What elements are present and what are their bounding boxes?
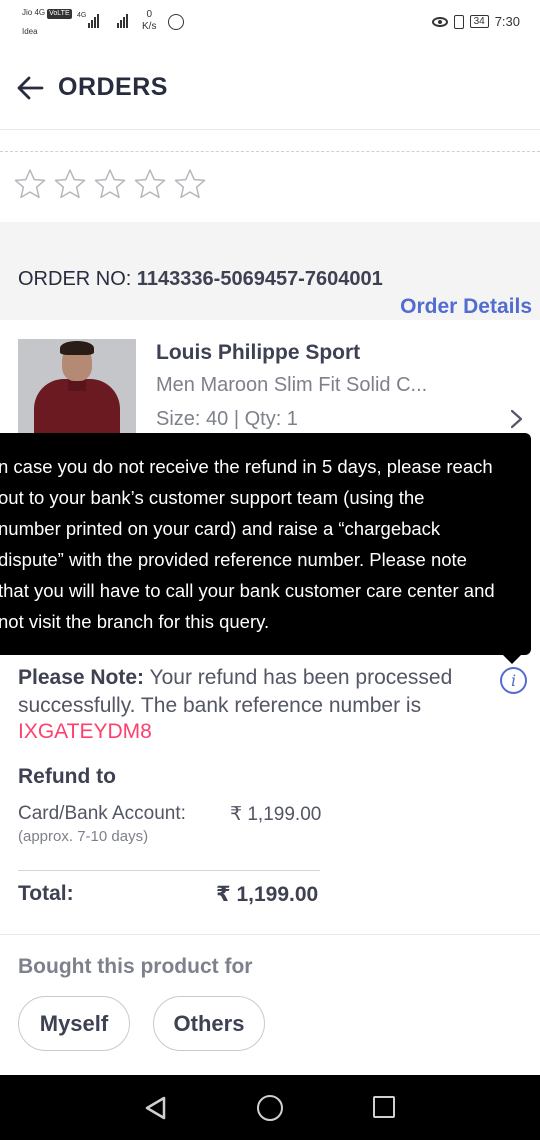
clock: 7:30: [494, 14, 520, 29]
star-icon[interactable]: [54, 168, 86, 200]
others-chip[interactable]: Others: [153, 996, 265, 1051]
system-nav-bar: [0, 1075, 540, 1140]
order-details-link[interactable]: Order Details: [400, 295, 532, 319]
refund-note: Please Note: Your refund has been proces…: [18, 664, 488, 720]
speed-unit: K/s: [142, 21, 157, 32]
nav-home-icon[interactable]: [257, 1095, 283, 1121]
chevron-right-icon[interactable]: [508, 408, 526, 430]
tooltip-text: n case you do not receive the refund in …: [0, 456, 495, 632]
total-label: Total:: [18, 882, 74, 905]
signal-icon: [88, 12, 99, 28]
order-number: ORDER NO: 1143336-5069457-7604001: [18, 268, 383, 291]
signal-icon-2: [117, 12, 128, 28]
product-brand: Louis Philippe Sport: [156, 341, 361, 364]
battery-icon: 34: [469, 15, 489, 28]
bought-for-title: Bought this product for: [18, 955, 253, 978]
vibrate-icon: [453, 14, 464, 29]
total-amount: ₹ 1,199.00: [216, 883, 319, 906]
note-label: Please Note:: [18, 666, 145, 689]
status-bar: Jio 4G VoLTE Idea 4G 0 K/s 34 7:30: [0, 0, 540, 44]
carrier-1: Jio 4G: [22, 8, 46, 17]
page-title: ORDERS: [58, 73, 168, 101]
divider: [18, 870, 320, 871]
star-icon[interactable]: [94, 168, 126, 200]
refund-info-tooltip: n case you do not receive the refund in …: [0, 433, 531, 655]
carrier-info: Jio 4G VoLTE Idea: [22, 8, 72, 37]
divider: [0, 934, 540, 935]
myself-chip[interactable]: Myself: [18, 996, 130, 1051]
status-right: 34 7:30: [431, 14, 520, 29]
bank-reference-number: IXGATEYDM8: [18, 720, 152, 743]
product-name: Men Maroon Slim Fit Solid C...: [156, 374, 428, 396]
eye-icon: [431, 16, 448, 27]
card-bank-amount: ₹ 1,199.00: [230, 804, 322, 825]
product-size-qty: Size: 40 | Qty: 1: [156, 408, 298, 430]
network-speed: 0 K/s: [142, 9, 156, 33]
card-bank-eta: (approx. 7-10 days): [18, 828, 149, 845]
info-icon[interactable]: i: [500, 667, 527, 694]
app-header: ORDERS: [0, 44, 540, 130]
nav-back-icon[interactable]: [143, 1095, 167, 1121]
order-number-label: ORDER NO:: [18, 268, 137, 290]
back-arrow-icon[interactable]: [16, 74, 44, 102]
star-icon[interactable]: [134, 168, 166, 200]
product-card[interactable]: Louis Philippe Sport Men Maroon Slim Fit…: [0, 320, 540, 457]
refund-to-title: Refund to: [18, 765, 116, 788]
dashed-divider: [0, 151, 540, 152]
volte-badge: VoLTE: [47, 9, 72, 19]
star-icon[interactable]: [174, 168, 206, 200]
tooltip-pointer: [503, 655, 521, 664]
speed-value: 0: [146, 9, 152, 20]
carrier-2: Idea: [22, 27, 38, 36]
whatsapp-icon: [168, 14, 184, 30]
star-icon[interactable]: [14, 168, 46, 200]
rating-stars: [14, 168, 206, 200]
card-bank-label: Card/Bank Account:: [18, 803, 186, 824]
nav-recents-icon[interactable]: [373, 1096, 395, 1118]
order-number-value: 1143336-5069457-7604001: [136, 268, 383, 290]
network-type: 4G: [77, 12, 87, 19]
